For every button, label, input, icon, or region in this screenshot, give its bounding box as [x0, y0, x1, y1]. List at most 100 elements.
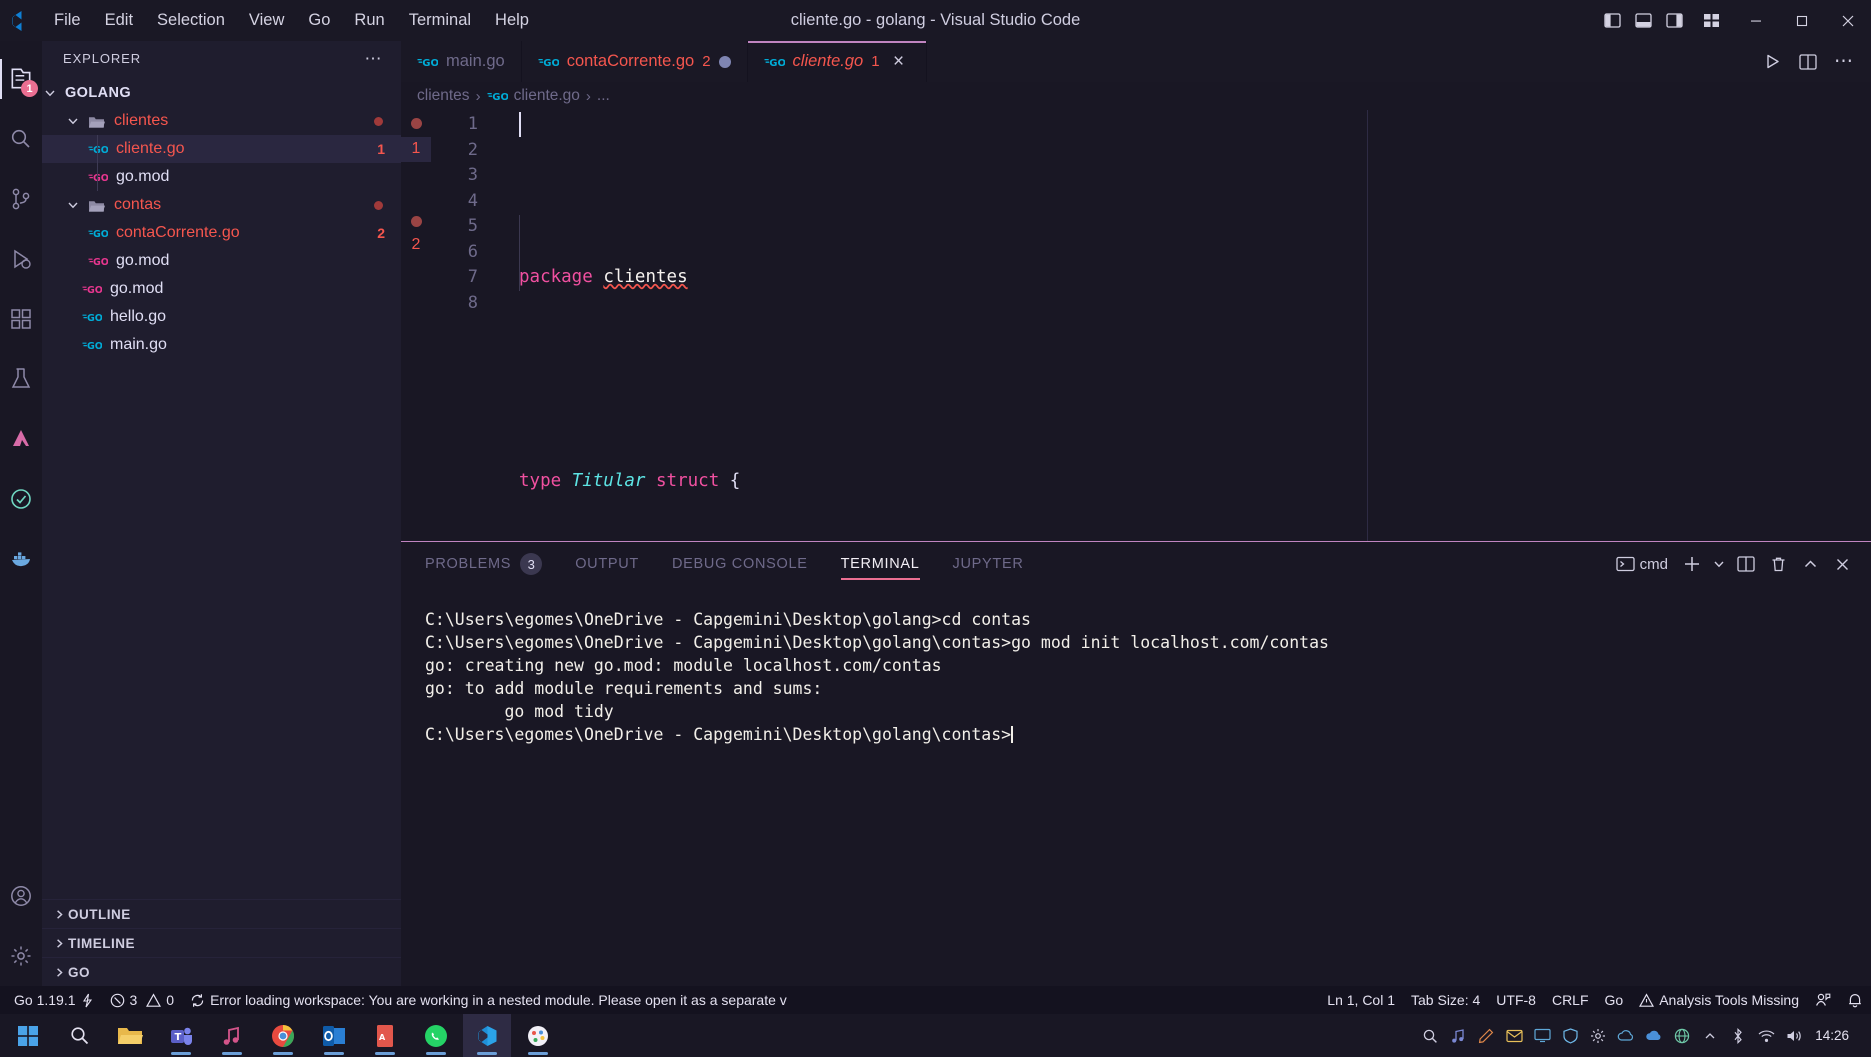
panel-tab-terminal[interactable]: TERMINAL [840, 542, 920, 586]
menu-selection[interactable]: Selection [145, 7, 237, 34]
more-editor-actions-icon[interactable]: ⋯ [1827, 45, 1861, 79]
activity-azure[interactable] [0, 409, 42, 469]
whatsapp-icon[interactable] [412, 1014, 460, 1057]
panel-tab-jupyter[interactable]: JUPYTER [953, 542, 1024, 586]
mail-icon[interactable] [1501, 1014, 1527, 1057]
activity-run-debug[interactable] [0, 229, 42, 289]
terminal-scrollbar[interactable] [1857, 586, 1869, 986]
more-actions-icon[interactable]: ⋯ [365, 49, 384, 69]
tab-main-go[interactable]: GO main.go [401, 41, 522, 82]
status-tab-size[interactable]: Tab Size: 4 [1403, 986, 1488, 1014]
activity-extensions[interactable] [0, 289, 42, 349]
status-language-mode[interactable]: Go [1597, 986, 1632, 1014]
terminal-shell-selector[interactable]: cmd [1610, 549, 1674, 579]
split-terminal-button[interactable] [1731, 549, 1761, 579]
pdf-icon[interactable]: A [361, 1014, 409, 1057]
activity-settings[interactable] [0, 926, 42, 986]
menu-help[interactable]: Help [483, 7, 541, 34]
toggle-primary-sidebar-icon[interactable] [1598, 7, 1626, 35]
network-icon[interactable] [1753, 1014, 1779, 1057]
sidebar-section-outline[interactable]: OUTLINE [42, 899, 401, 928]
split-editor-icon[interactable] [1791, 45, 1825, 79]
bluetooth-icon[interactable] [1725, 1014, 1751, 1057]
menu-go[interactable]: Go [296, 7, 342, 34]
status-live-share[interactable] [1807, 986, 1839, 1014]
code-editor[interactable]: 1 2 1 2 3 4 5 6 7 8 package clientes typ… [401, 110, 1871, 541]
chrome-icon[interactable] [259, 1014, 307, 1057]
tree-item-contas[interactable]: contas [42, 191, 401, 219]
pen-icon[interactable] [1473, 1014, 1499, 1057]
status-workspace-error[interactable]: Error loading workspace: You are working… [182, 986, 795, 1014]
tree-item-go-mod-root[interactable]: GO go.mod [42, 275, 401, 303]
menu-file[interactable]: File [42, 7, 93, 34]
panel-tab-problems[interactable]: PROBLEMS 3 [425, 542, 543, 586]
taskbar-search-icon[interactable] [55, 1014, 103, 1057]
menu-run[interactable]: Run [342, 7, 396, 34]
teams-icon[interactable]: T [157, 1014, 205, 1057]
tree-item-main-go[interactable]: GO main.go [42, 331, 401, 359]
breadcrumb-item-file[interactable]: cliente.go [514, 87, 580, 105]
status-go-version[interactable]: Go 1.19.1 [6, 986, 102, 1014]
tree-item-contacorrente-go[interactable]: GO contaCorrente.go 2 [42, 219, 401, 247]
tab-cliente-go[interactable]: GO cliente.go 1 × [747, 41, 927, 82]
activity-accounts[interactable] [0, 866, 42, 926]
status-notifications[interactable] [1839, 986, 1871, 1014]
activity-source-control[interactable] [0, 169, 42, 229]
status-encoding[interactable]: UTF-8 [1488, 986, 1544, 1014]
activity-todo-tree[interactable] [0, 469, 42, 529]
window-maximize-button[interactable] [1779, 0, 1825, 41]
activity-explorer[interactable]: 1 [0, 49, 42, 109]
customize-layout-icon[interactable] [1697, 7, 1725, 35]
start-button-icon[interactable] [4, 1014, 52, 1057]
menu-terminal[interactable]: Terminal [397, 7, 483, 34]
file-explorer-icon[interactable] [106, 1014, 154, 1057]
tree-item-hello-go[interactable]: GO hello.go [42, 303, 401, 331]
menu-view[interactable]: View [237, 7, 296, 34]
shield-icon[interactable] [1557, 1014, 1583, 1057]
terminal-dropdown-icon[interactable] [1710, 549, 1728, 579]
run-file-icon[interactable] [1755, 45, 1789, 79]
tree-item-go-mod-clientes[interactable]: GO go.mod [42, 163, 401, 191]
close-icon[interactable]: × [888, 52, 910, 71]
new-terminal-button[interactable] [1677, 549, 1707, 579]
search-tray-icon[interactable] [1417, 1014, 1443, 1057]
sidebar-section-go[interactable]: GO [42, 957, 401, 986]
music-icon[interactable] [208, 1014, 256, 1057]
maximize-panel-button[interactable] [1796, 549, 1825, 579]
tab-contacorrente-go[interactable]: GO contaCorrente.go 2 [521, 41, 748, 82]
code-content[interactable]: package clientes type Titular struct { N… [483, 110, 1871, 541]
tab-dirty-indicator[interactable] [718, 55, 731, 68]
sidebar-section-timeline[interactable]: TIMELINE [42, 928, 401, 957]
vscode-taskbar-icon[interactable] [463, 1014, 511, 1057]
menu-edit[interactable]: Edit [93, 7, 145, 34]
volume-icon[interactable] [1781, 1014, 1807, 1057]
activity-docker[interactable] [0, 529, 42, 589]
terminal-output[interactable]: C:\Users\egomes\OneDrive - Capgemini\Des… [401, 586, 1871, 986]
taskbar-clock[interactable]: 14:26 [1809, 1028, 1861, 1044]
panel-tab-output[interactable]: OUTPUT [575, 542, 639, 586]
outlook-icon[interactable] [310, 1014, 358, 1057]
status-line-endings[interactable]: CRLF [1544, 986, 1597, 1014]
globe-icon[interactable] [1669, 1014, 1695, 1057]
breadcrumb-item-folder[interactable]: clientes [417, 87, 470, 105]
cloud-icon[interactable] [1613, 1014, 1639, 1057]
tree-root-golang[interactable]: GOLANG [42, 79, 401, 107]
tree-item-cliente-go[interactable]: GO cliente.go 1 [42, 135, 401, 163]
breadcrumb-item-more[interactable]: ... [597, 87, 610, 105]
panel-tab-debug-console[interactable]: DEBUG CONSOLE [672, 542, 808, 586]
onedrive-icon[interactable] [1641, 1014, 1667, 1057]
status-problems[interactable]: 3 0 [102, 986, 183, 1014]
toggle-secondary-sidebar-icon[interactable] [1660, 7, 1688, 35]
toggle-panel-icon[interactable] [1629, 7, 1657, 35]
window-minimize-button[interactable] [1733, 0, 1779, 41]
paint-icon[interactable] [514, 1014, 562, 1057]
close-panel-button[interactable] [1828, 549, 1857, 579]
gear-tray-icon[interactable] [1585, 1014, 1611, 1057]
kill-terminal-button[interactable] [1764, 549, 1793, 579]
status-cursor-position[interactable]: Ln 1, Col 1 [1319, 986, 1403, 1014]
status-analysis-tools[interactable]: Analysis Tools Missing [1631, 986, 1807, 1014]
chevron-up-icon[interactable] [1697, 1014, 1723, 1057]
tree-item-clientes[interactable]: clientes [42, 107, 401, 135]
activity-testing[interactable] [0, 349, 42, 409]
activity-search[interactable] [0, 109, 42, 169]
